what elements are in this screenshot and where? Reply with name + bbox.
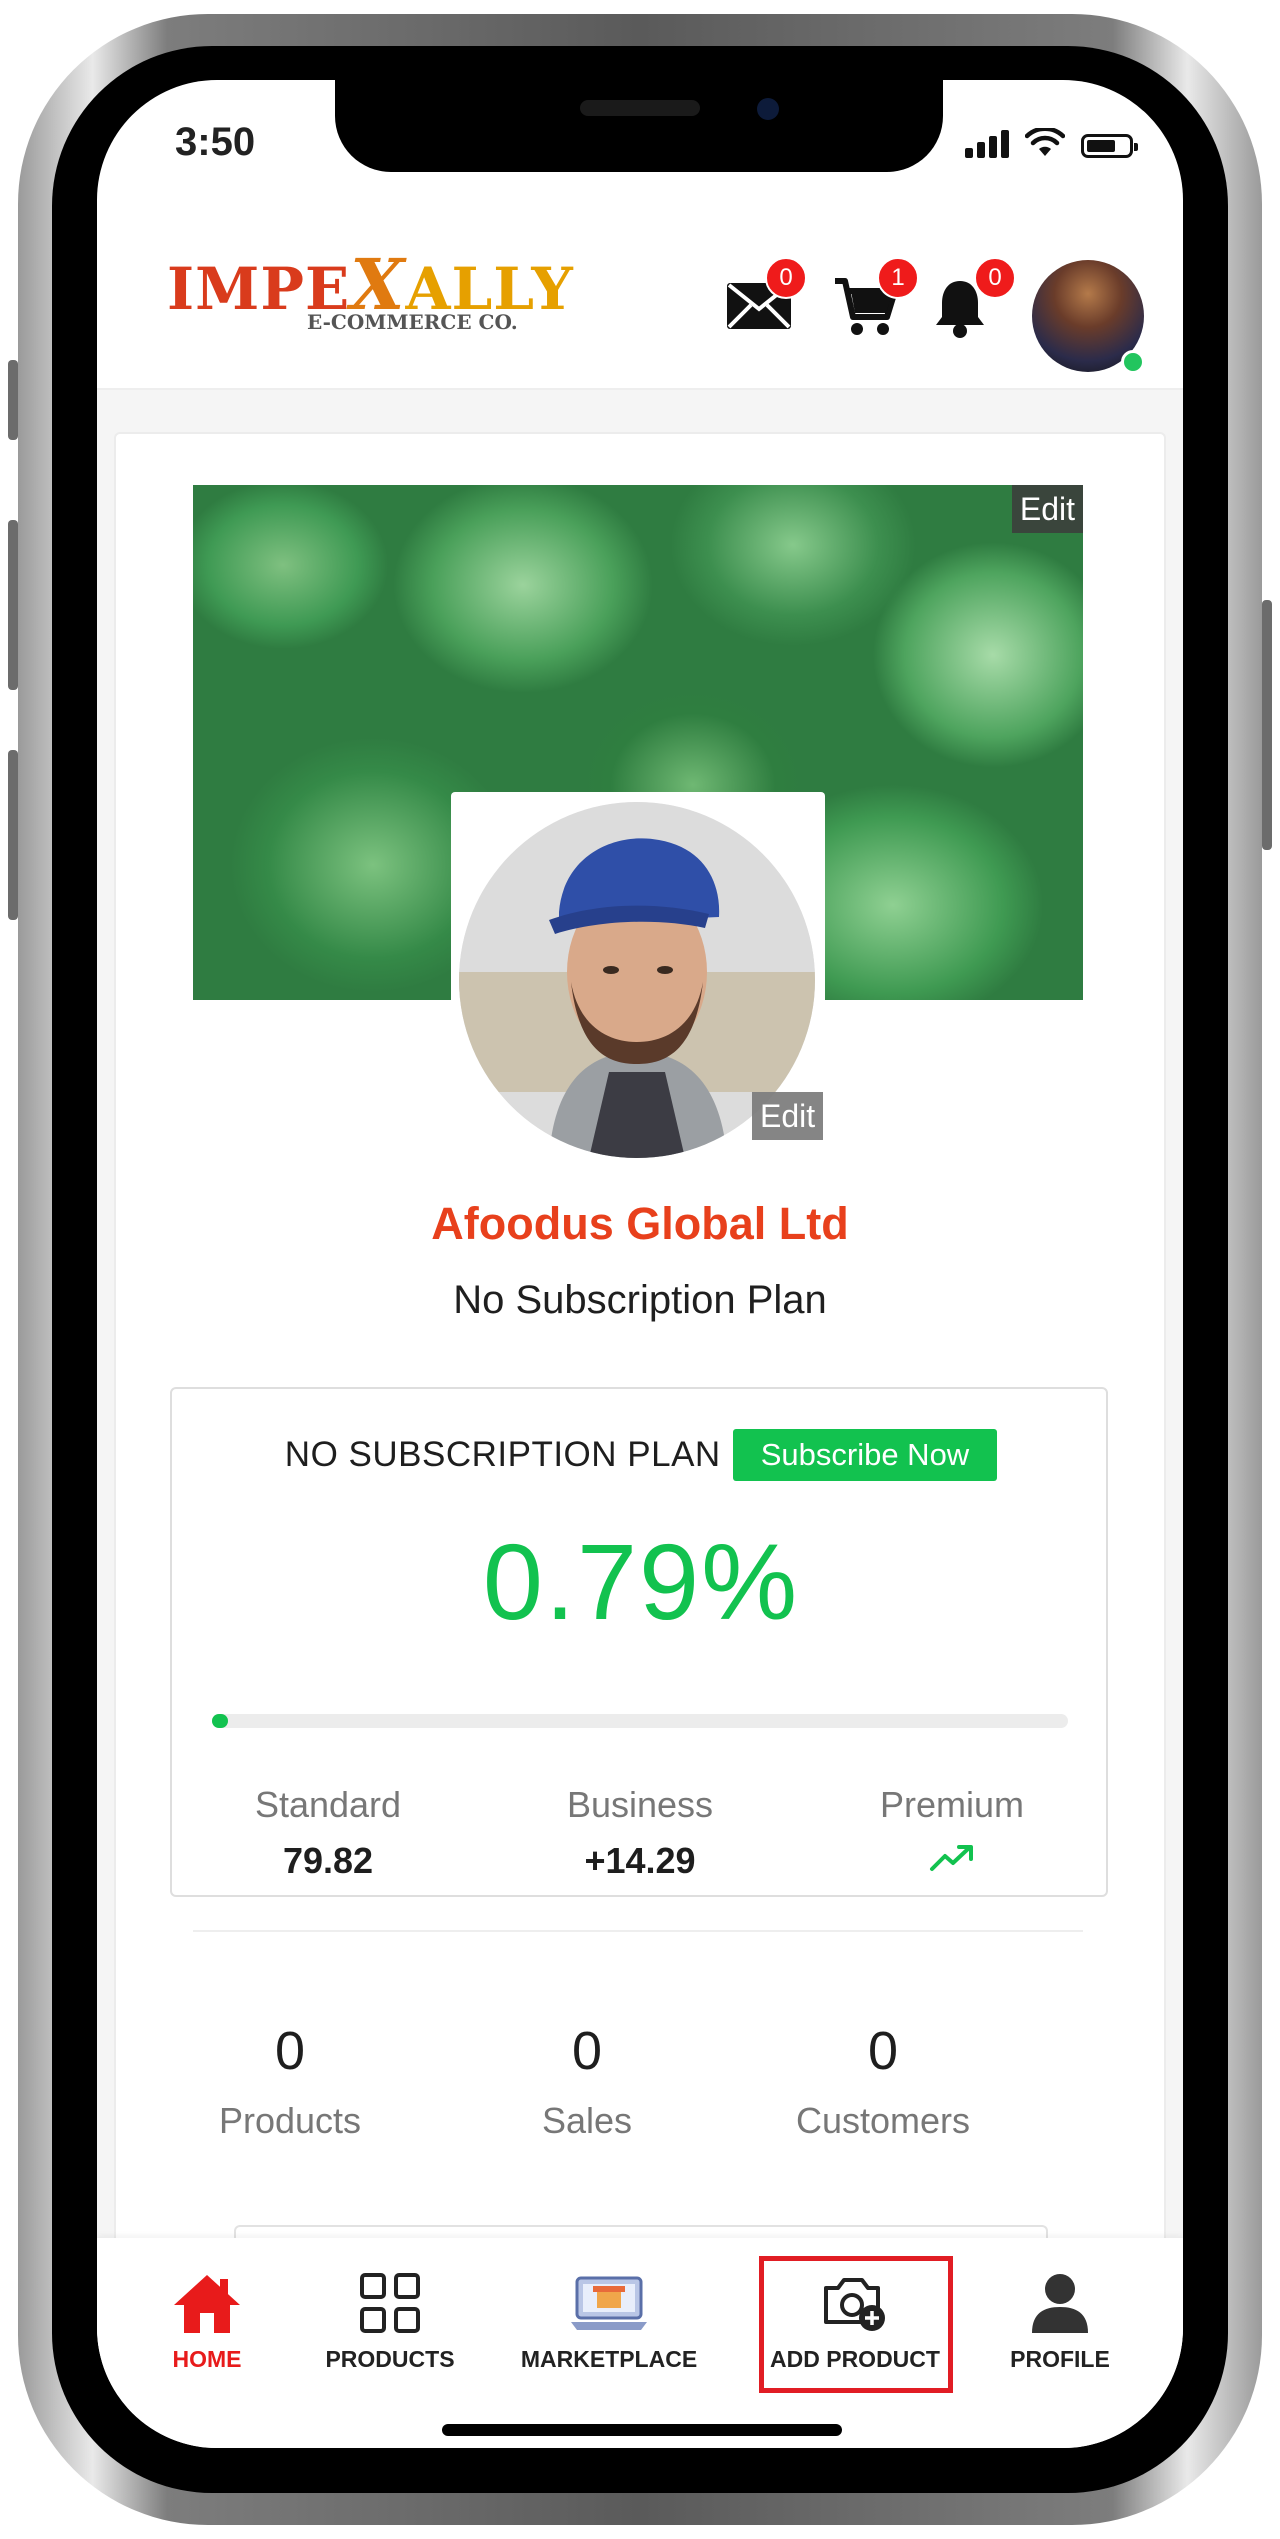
nav-marketplace[interactable]: MARKETPLACE — [519, 2268, 699, 2373]
volume-up-button — [8, 520, 18, 690]
online-status-indicator — [1121, 350, 1145, 374]
subscription-plan-text: No Subscription Plan — [453, 1278, 827, 1322]
edit-profile-photo-button[interactable]: Edit — [752, 1092, 824, 1140]
front-camera — [757, 98, 779, 120]
notification-badge: 0 — [974, 257, 1016, 299]
subscription-percent: 0.79% — [482, 1521, 800, 1642]
subscribe-now-button[interactable]: Subscribe Now — [732, 1429, 998, 1481]
person-icon — [1032, 2274, 1088, 2333]
stat-customers[interactable]: 0 Customers — [733, 2020, 1033, 2142]
stat-label: Products — [218, 2100, 362, 2141]
volume-down-button — [8, 750, 18, 920]
edit-cover-button[interactable]: Edit — [1011, 485, 1083, 533]
stat-label: Sales — [541, 2100, 633, 2141]
notifications-button[interactable]: 0 — [932, 257, 1016, 345]
phone-screen: 3:50 IMPEXALLY E-COMMERCE CO. 0 1 0 Edit… — [97, 80, 1183, 2448]
trending-up-icon — [930, 1845, 973, 1871]
mail-badge: 0 — [765, 257, 807, 299]
cart-button[interactable]: 1 — [833, 257, 919, 345]
stat-products[interactable]: 0 Products — [140, 2020, 440, 2142]
subscription-header: NO SUBSCRIPTION PLAN Subscribe Now — [172, 1429, 1110, 1481]
tier-value — [796, 1840, 1108, 1882]
tier-premium: Premium — [796, 1784, 1108, 1882]
nav-label: PROFILE — [1010, 2346, 1110, 2372]
notch — [335, 80, 943, 172]
tier-name: Premium — [879, 1784, 1025, 1825]
messages-button[interactable]: 0 — [725, 257, 807, 345]
stat-label: Customers — [795, 2100, 971, 2141]
stat-value: 0 — [274, 2021, 306, 2081]
tier-business: Business +14.29 — [484, 1784, 796, 1882]
tier-value: 79.82 — [282, 1840, 374, 1881]
company-name: Afoodus Global Ltd — [431, 1198, 849, 1249]
power-button — [1262, 600, 1272, 850]
impexally-logo[interactable]: IMPEXALLY E-COMMERCE CO. — [167, 250, 574, 335]
tier-name: Business — [566, 1784, 714, 1825]
stat-value: 0 — [571, 2021, 603, 2081]
nav-profile[interactable]: PROFILE — [1005, 2268, 1115, 2373]
progress-fill — [212, 1714, 228, 1728]
subscription-label: NO SUBSCRIPTION PLAN — [284, 1435, 721, 1474]
nav-products[interactable]: PRODUCTS — [320, 2268, 460, 2373]
nav-label: MARKETPLACE — [520, 2346, 698, 2372]
grid-icon — [360, 2273, 420, 2333]
cart-badge: 1 — [877, 257, 919, 299]
tier-standard: Standard 79.82 — [172, 1784, 484, 1882]
subscription-card: NO SUBSCRIPTION PLAN Subscribe Now 0.79%… — [170, 1387, 1108, 1897]
stat-sales[interactable]: 0 Sales — [437, 2020, 737, 2142]
section-divider — [193, 1930, 1083, 1932]
tier-list: Standard 79.82 Business +14.29 Premium — [172, 1784, 1110, 1882]
tier-name: Standard — [254, 1784, 402, 1825]
subscription-progress-bar — [212, 1714, 1068, 1728]
nav-label: HOME — [172, 2346, 242, 2372]
marketplace-icon — [571, 2276, 647, 2330]
mute-switch — [8, 360, 18, 440]
home-indicator[interactable] — [442, 2424, 842, 2436]
stat-value: 0 — [867, 2021, 899, 2081]
home-icon — [174, 2275, 240, 2333]
tier-value: +14.29 — [584, 1840, 696, 1881]
add-product-highlight — [759, 2256, 953, 2393]
nav-home[interactable]: HOME — [152, 2268, 262, 2373]
bottom-navigation: HOME PRODUCTS MARKETPLACE ADD PRODUCT PR… — [97, 2238, 1183, 2448]
speaker-grille — [580, 100, 700, 116]
logo-tagline: E-COMMERCE CO. — [307, 310, 518, 334]
nav-label: PRODUCTS — [325, 2346, 455, 2372]
